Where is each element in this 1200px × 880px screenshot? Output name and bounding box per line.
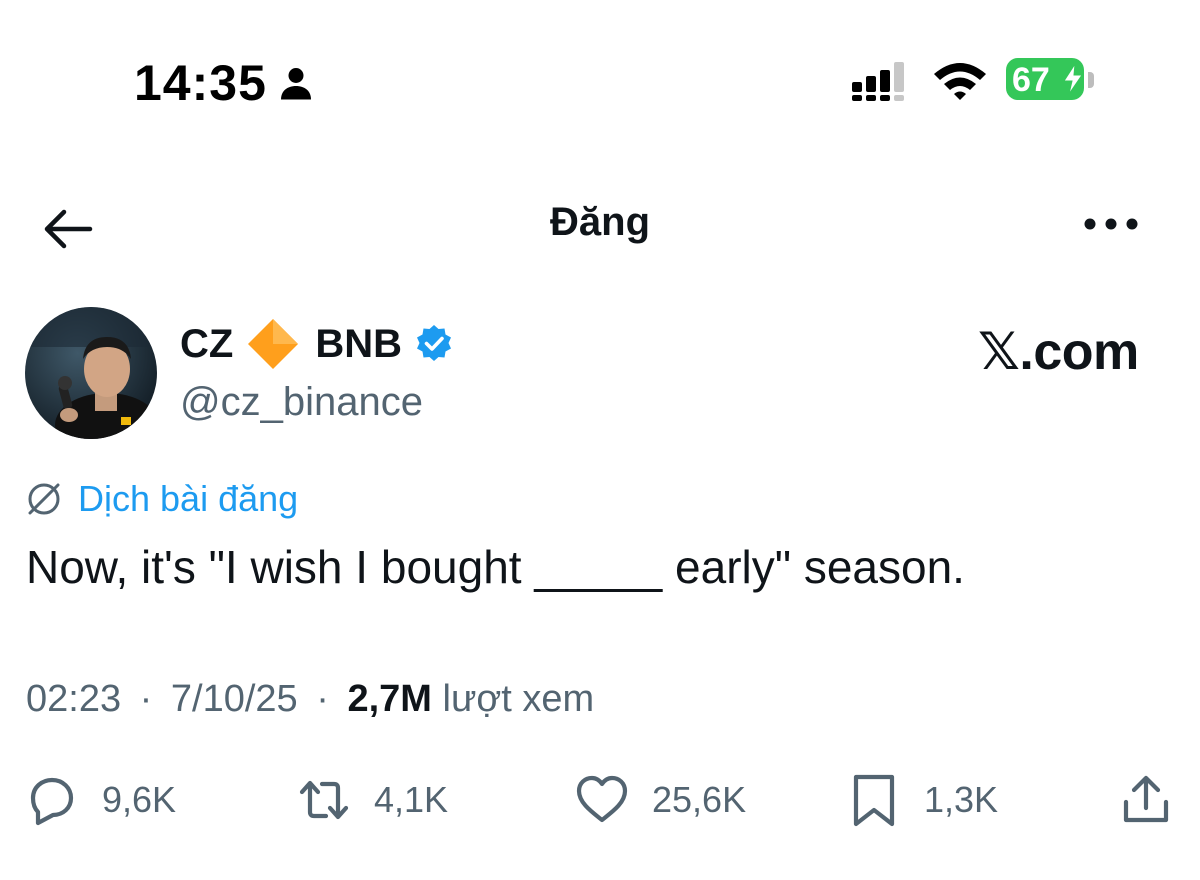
avatar[interactable]: [25, 307, 157, 439]
status-bar: 14:35 67: [0, 0, 1200, 160]
reply-count: 9,6K: [102, 779, 177, 820]
status-time: 14:35: [134, 55, 267, 111]
reply-button[interactable]: 9,6K: [24, 765, 176, 835]
bookmark-count: 1,3K: [924, 779, 999, 820]
author-name-last: BNB: [315, 321, 402, 366]
orange-diamond-icon: [248, 319, 299, 369]
signal-icon: [852, 62, 904, 101]
repost-button[interactable]: 4,1K: [296, 765, 448, 835]
translate-globe-icon: [28, 483, 60, 515]
share-icon: [1123, 775, 1169, 823]
tweet-text: Now, it's "I wish I bought _____ early" …: [26, 541, 965, 593]
battery-percent: 67: [1012, 61, 1050, 99]
avatar-image: [25, 307, 157, 439]
repost-count: 4,1K: [374, 779, 449, 820]
separator: ·: [139, 678, 153, 720]
author-name-row[interactable]: CZ BNB: [180, 318, 454, 370]
post-header: Đăng: [0, 190, 1200, 270]
action-bar: 9,6K 4,1K 25,6K 1,3K: [0, 765, 1200, 835]
author-handle[interactable]: @cz_binance: [180, 380, 423, 425]
wifi-icon: [934, 63, 986, 100]
page-title: Đăng: [550, 200, 650, 244]
post-date: 7/10/25: [170, 678, 298, 720]
like-count: 25,6K: [652, 779, 747, 820]
post-meta: 02:23 · 7/10/25 · 2,7M lượt xem: [26, 678, 594, 721]
post-time: 02:23: [26, 678, 122, 720]
like-button[interactable]: 25,6K: [574, 765, 746, 835]
reply-icon: [30, 777, 74, 826]
share-button[interactable]: [1118, 765, 1174, 835]
charging-bolt-icon: [1063, 64, 1083, 94]
views-label: lượt xem: [442, 678, 595, 720]
views-count[interactable]: 2,7M: [347, 678, 431, 720]
heart-icon: [576, 775, 628, 823]
bookmark-icon: [853, 774, 895, 827]
bookmark-button[interactable]: 1,3K: [846, 765, 998, 835]
xcom-watermark: 𝕏.com: [978, 323, 1139, 381]
more-horizontal-icon[interactable]: [1082, 214, 1140, 234]
author-name-first: CZ: [180, 321, 234, 366]
person-icon: [281, 68, 311, 100]
translate-post-link[interactable]: Dịch bài đăng: [24, 478, 298, 520]
verified-icon: [417, 325, 451, 361]
translate-label: Dịch bài đăng: [78, 478, 299, 519]
battery-icon: 67: [1006, 58, 1096, 102]
repost-icon: [299, 780, 349, 820]
separator: ·: [316, 678, 329, 720]
